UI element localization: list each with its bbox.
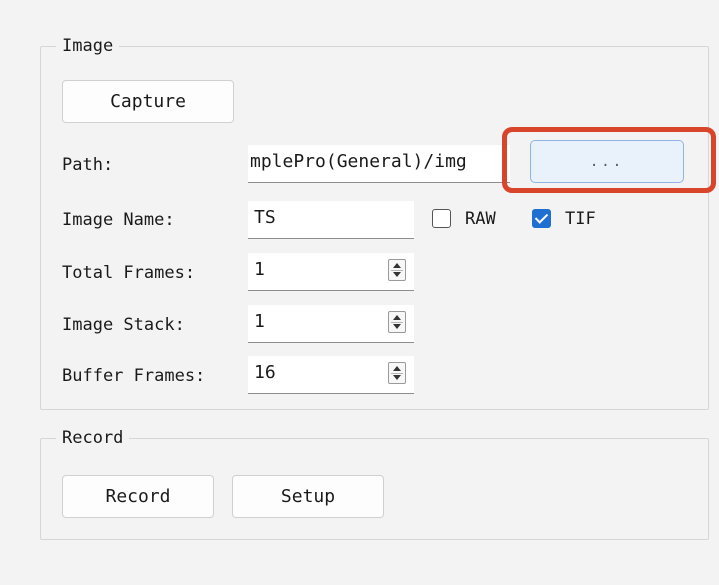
image-group-title: Image [56, 36, 120, 56]
image-stack-spinner[interactable] [388, 311, 406, 333]
buffer-frames-label: Buffer Frames: [62, 366, 206, 386]
capture-button[interactable]: Capture [62, 80, 234, 123]
spin-divider [391, 322, 403, 323]
spin-down-icon[interactable] [393, 272, 401, 277]
buffer-frames-spinner[interactable] [388, 362, 406, 384]
spin-up-icon[interactable] [393, 263, 401, 268]
image-name-field[interactable]: TS [248, 201, 414, 239]
raw-checkbox-label: RAW [465, 209, 496, 229]
path-field[interactable]: mplePro(General)/img [248, 145, 510, 183]
image-name-label: Image Name: [62, 210, 175, 230]
image-stack-label: Image Stack: [62, 315, 185, 335]
spin-up-icon[interactable] [393, 366, 401, 371]
browse-button[interactable]: ... [530, 140, 684, 183]
setup-button[interactable]: Setup [232, 475, 384, 518]
total-frames-label: Total Frames: [62, 263, 196, 283]
path-label: Path: [62, 155, 114, 175]
spin-divider [391, 270, 403, 271]
spin-down-icon[interactable] [393, 324, 401, 329]
tif-checkbox-label: TIF [565, 209, 596, 229]
spin-up-icon[interactable] [393, 315, 401, 320]
record-button[interactable]: Record [62, 475, 214, 518]
record-group-title: Record [56, 428, 130, 448]
capture-settings-panel: Image Capture Path: mplePro(General)/img… [0, 0, 719, 585]
tif-checkbox[interactable] [532, 209, 551, 228]
spin-down-icon[interactable] [393, 375, 401, 380]
spin-divider [391, 373, 403, 374]
total-frames-spinner[interactable] [388, 259, 406, 281]
raw-checkbox[interactable] [432, 209, 451, 228]
